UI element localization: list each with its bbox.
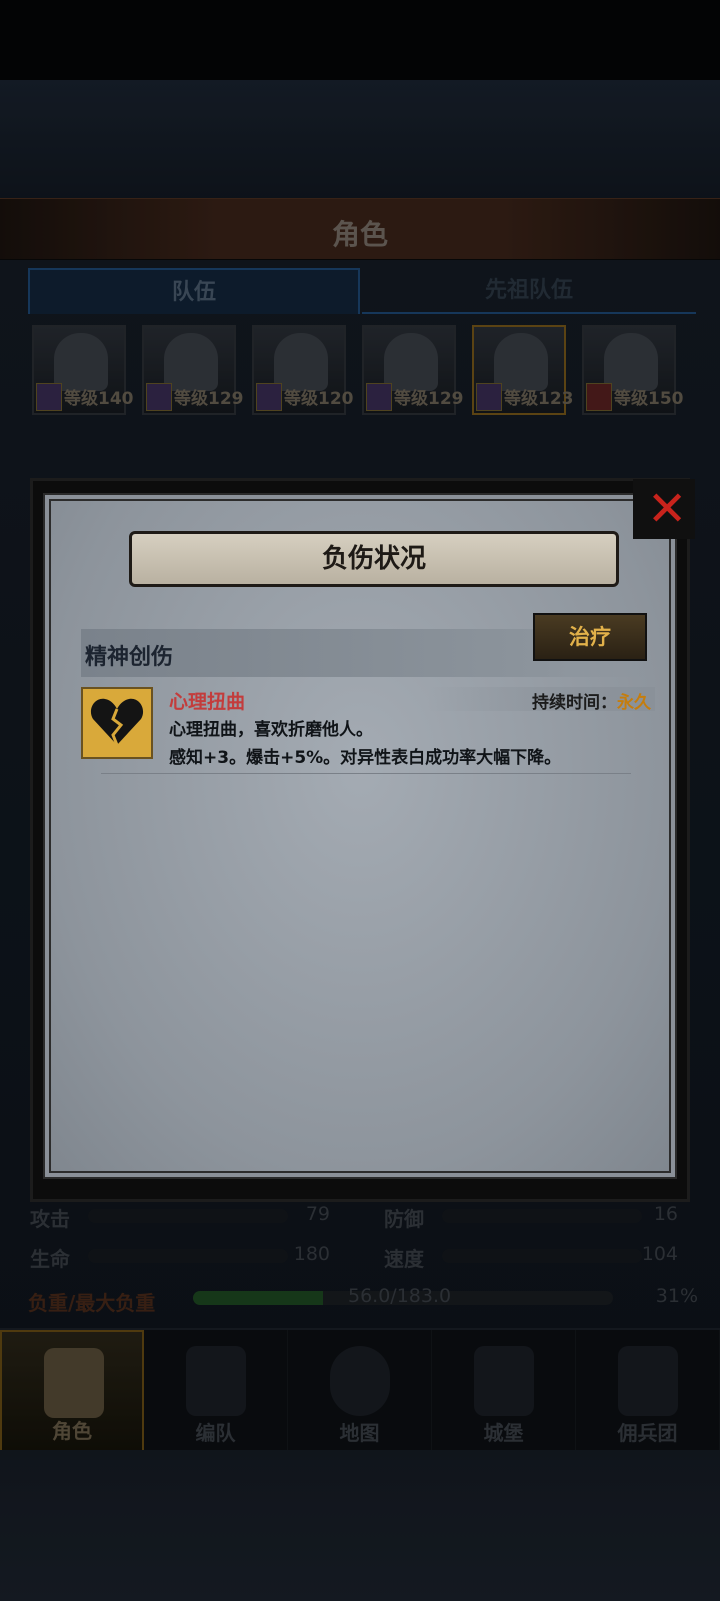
section-title: 精神创伤 <box>85 645 174 670</box>
close-button[interactable]: ✕ <box>633 479 695 539</box>
modal-body: 负伤状况 精神创伤 治疗 心理扭曲 持续时间：永久 心理扭曲，喜欢折磨他人。 感… <box>43 493 677 1179</box>
modal-title: 负伤状况 <box>129 531 619 587</box>
broken-heart-icon <box>81 687 153 759</box>
injury-name: 心理扭曲 <box>169 691 246 713</box>
divider <box>101 773 631 774</box>
injury-modal: 负伤状况 精神创伤 治疗 心理扭曲 持续时间：永久 心理扭曲，喜欢折磨他人。 感… <box>30 478 695 1202</box>
game-screen: 角色 队伍 先祖队伍 等级140 等级129 等级120 等级129 等级123… <box>0 0 720 1601</box>
duration-value: 永久 <box>617 693 651 713</box>
duration-label: 持续时间： <box>532 693 617 713</box>
injury-description: 心理扭曲，喜欢折磨他人。 <box>169 720 373 740</box>
duration: 持续时间：永久 <box>532 688 651 713</box>
injury-effects: 感知+3。爆击+5%。对异性表白成功率大幅下降。 <box>169 748 562 768</box>
injury-item: 心理扭曲 持续时间：永久 心理扭曲，喜欢折磨他人。 感知+3。爆击+5%。对异性… <box>81 687 655 769</box>
heal-button[interactable]: 治疗 <box>533 613 647 661</box>
close-icon: ✕ <box>647 481 688 537</box>
duration-row: 持续时间：永久 <box>427 687 655 713</box>
